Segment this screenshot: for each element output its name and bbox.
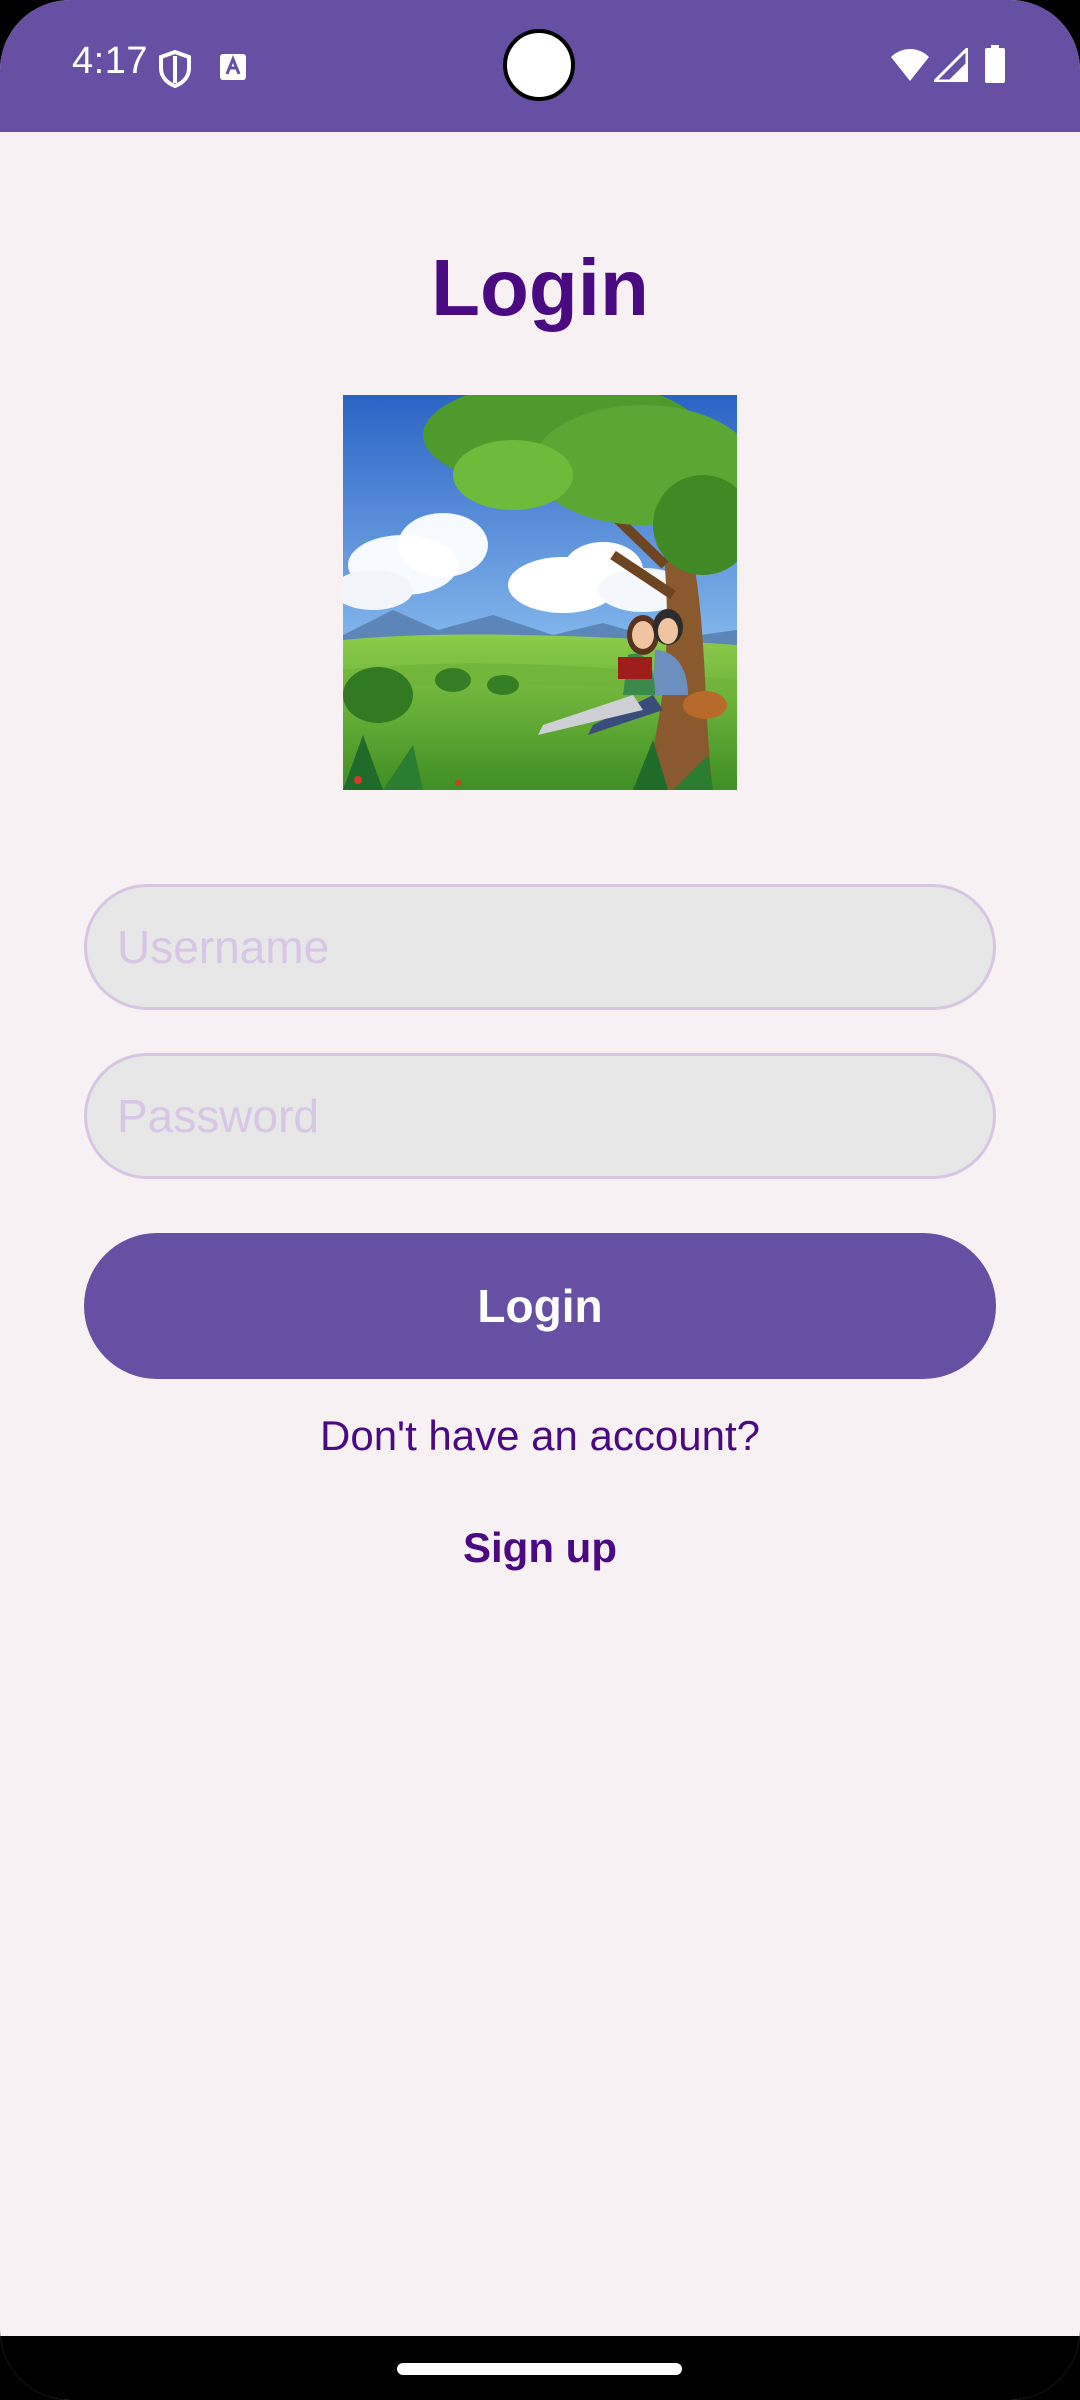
login-button[interactable]: Login	[84, 1233, 996, 1379]
page-title: Login	[431, 243, 649, 332]
signup-link[interactable]: Sign up	[0, 1524, 1080, 1572]
status-time: 4:17	[72, 40, 148, 82]
password-input[interactable]	[84, 1053, 996, 1179]
status-bar: 4:17	[0, 0, 1080, 132]
no-account-text: Don't have an account?	[320, 1412, 760, 1459]
translate-icon	[219, 53, 247, 86]
camera-cutout	[503, 29, 575, 101]
username-input[interactable]	[84, 884, 996, 1010]
app-screen: 4:17 Login Username Login Don't have an …	[0, 0, 1080, 2400]
battery-icon	[985, 45, 1005, 88]
hero-image	[343, 395, 737, 790]
shield-icon	[158, 49, 192, 93]
signal-icon	[931, 45, 969, 87]
home-indicator[interactable]	[397, 2363, 682, 2375]
wifi-icon	[890, 48, 930, 87]
